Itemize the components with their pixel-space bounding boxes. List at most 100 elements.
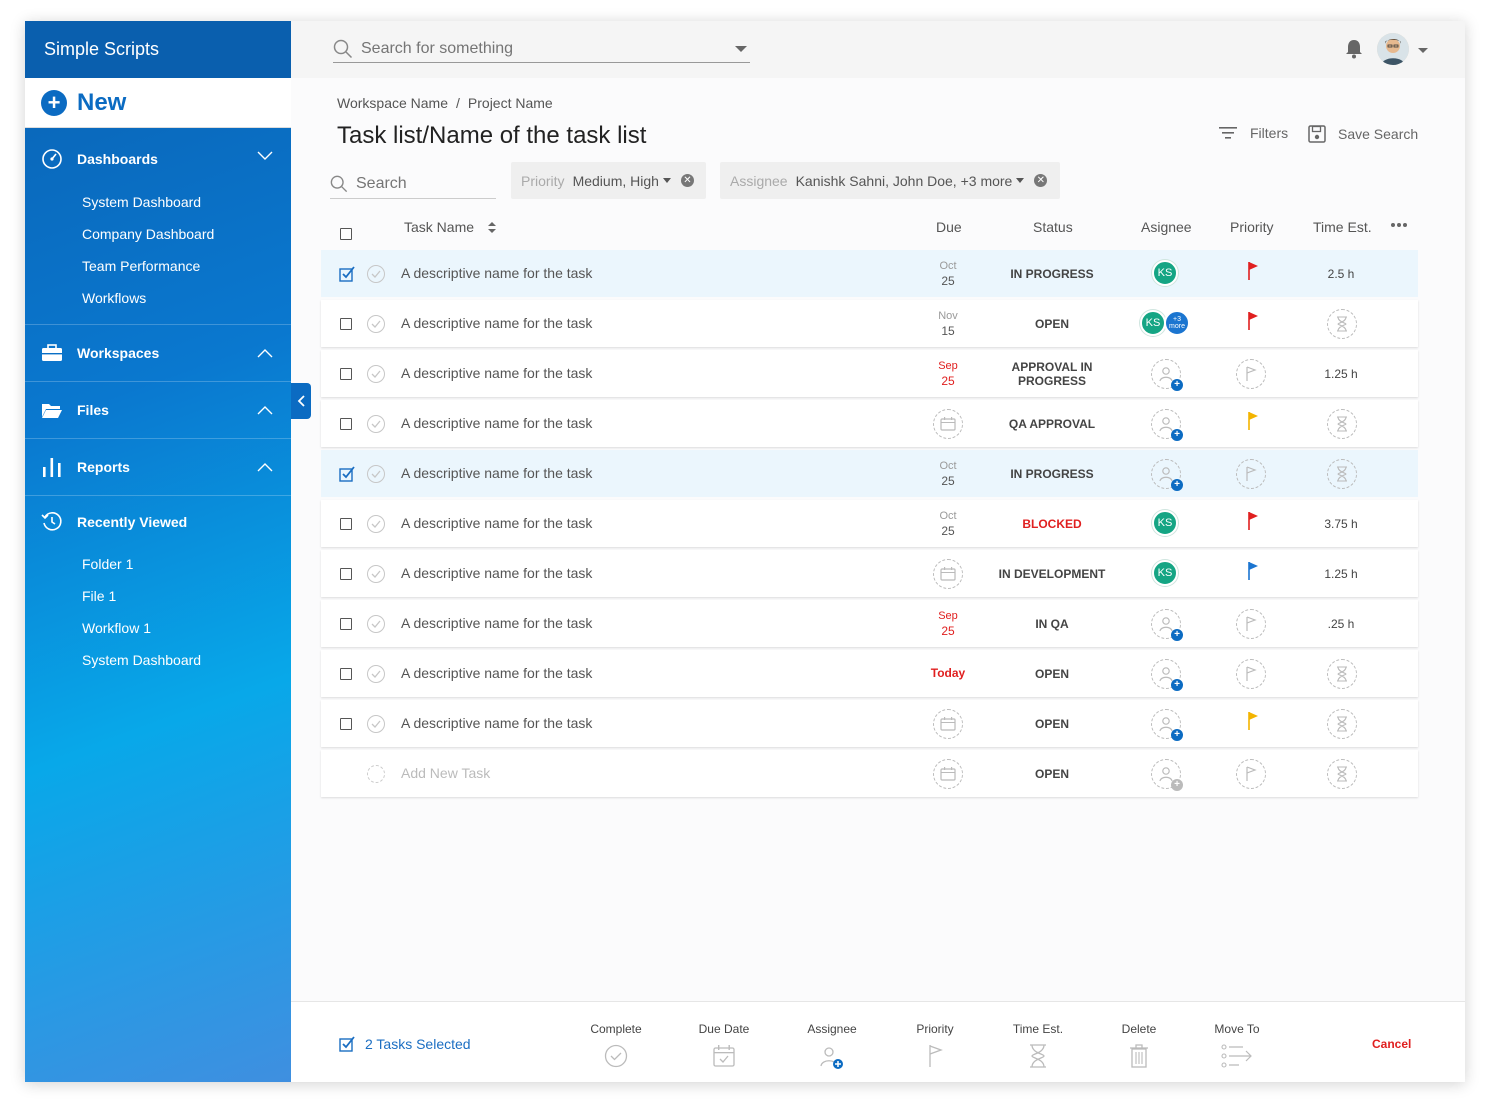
empty-flag-icon[interactable] <box>1236 459 1266 489</box>
sidebar-item-dashboards[interactable]: Dashboards <box>25 128 291 186</box>
complete-check-icon[interactable] <box>367 565 385 583</box>
table-row[interactable]: A descriptive name for the task Oct 25 IN P… <box>321 250 1418 297</box>
recent-item[interactable]: System Dashboard <box>25 644 291 676</box>
priority-cell[interactable] <box>1236 309 1266 339</box>
breadcrumb-workspace[interactable]: Workspace Name <box>337 95 448 111</box>
assignee-more-badge[interactable]: +3 more <box>1164 310 1190 336</box>
breadcrumb-project[interactable]: Project Name <box>468 95 553 111</box>
due-date[interactable]: Sep 25 <box>921 359 975 389</box>
status-label[interactable]: OPEN <box>987 767 1117 781</box>
filter-chip-assignee[interactable]: Assignee Kanishk Sahni, John Doe, +3 mor… <box>720 162 1060 199</box>
task-search-input[interactable] <box>356 174 486 193</box>
sidebar-item-recently-viewed[interactable]: Recently Viewed <box>25 496 291 548</box>
complete-check-icon[interactable] <box>367 715 385 733</box>
red-flag-icon[interactable] <box>1246 261 1260 284</box>
assignee-avatar[interactable]: KS <box>1140 310 1166 336</box>
sidebar-subitem[interactable]: System Dashboard <box>25 186 291 218</box>
assignee-cell[interactable]: KS +3 more <box>1136 310 1196 338</box>
complete-check-icon[interactable] <box>367 265 385 283</box>
add-assignee-icon[interactable]: + <box>1151 709 1183 741</box>
status-label[interactable]: IN PROGRESS <box>987 267 1117 281</box>
checked-checkbox-icon[interactable] <box>339 466 355 485</box>
row-checkbox[interactable] <box>340 568 352 580</box>
complete-check-icon[interactable] <box>367 465 385 483</box>
time-estimate[interactable]: 3.75 h <box>1311 517 1371 531</box>
task-name[interactable]: A descriptive name for the task <box>401 715 592 731</box>
assignee-avatar[interactable]: KS <box>1152 560 1178 586</box>
assignee-cell[interactable]: + <box>1136 609 1196 641</box>
assignee-cell[interactable]: KS <box>1136 510 1196 538</box>
global-search[interactable] <box>333 35 750 63</box>
caret-down-icon[interactable] <box>1016 178 1025 183</box>
empty-flag-icon[interactable] <box>1236 359 1266 389</box>
user-avatar[interactable] <box>1377 33 1409 65</box>
sort-icon[interactable] <box>487 222 496 233</box>
assignee-cell[interactable]: KS <box>1136 560 1196 588</box>
priority-cell[interactable] <box>1236 709 1266 739</box>
calendar-icon[interactable] <box>933 559 963 589</box>
add-assignee-icon[interactable]: + <box>1151 459 1183 491</box>
sidebar-item-files[interactable]: Files <box>25 382 291 438</box>
recent-item[interactable]: Workflow 1 <box>25 612 291 644</box>
bulk-action-move-to[interactable]: Move To <box>1197 1022 1277 1072</box>
hourglass-icon[interactable] <box>1327 409 1357 439</box>
table-row[interactable]: A descriptive name for the task Oct 25 IN P… <box>321 450 1418 497</box>
add-assignee-icon[interactable]: + <box>1151 409 1183 441</box>
task-name[interactable]: A descriptive name for the task <box>401 465 592 481</box>
table-row[interactable]: A descriptive name for the task Oct 25 BLOC… <box>321 500 1418 547</box>
task-name[interactable]: A descriptive name for the task <box>401 315 592 331</box>
yellow-flag-icon[interactable] <box>1246 711 1260 734</box>
status-label[interactable]: BLOCKED <box>987 517 1117 531</box>
save-search-button[interactable]: Save Search <box>1308 125 1418 143</box>
checked-checkbox-icon[interactable] <box>339 266 355 285</box>
row-checkbox[interactable] <box>340 518 352 530</box>
column-due[interactable]: Due <box>936 219 962 235</box>
assignee-cell[interactable]: + <box>1136 759 1196 791</box>
calendar-icon[interactable] <box>933 759 963 789</box>
assignee-avatar[interactable]: KS <box>1152 510 1178 536</box>
priority-cell[interactable] <box>1236 359 1266 389</box>
due-date[interactable]: Oct 25 <box>921 259 975 289</box>
bulk-action-calendar-check[interactable]: Due Date <box>684 1022 764 1072</box>
recent-item[interactable]: Folder 1 <box>25 548 291 580</box>
caret-down-icon[interactable] <box>734 45 748 53</box>
status-label[interactable]: OPEN <box>987 717 1117 731</box>
add-assignee-icon[interactable]: + <box>1151 759 1183 791</box>
filters-button[interactable]: Filters <box>1218 125 1288 141</box>
row-checkbox[interactable] <box>340 418 352 430</box>
assignee-cell[interactable]: KS <box>1136 260 1196 288</box>
row-checkbox[interactable] <box>340 368 352 380</box>
due-date[interactable]: Oct 25 <box>921 459 975 489</box>
calendar-icon[interactable] <box>933 409 963 439</box>
red-flag-icon[interactable] <box>1246 511 1260 534</box>
more-options-icon[interactable] <box>1390 215 1408 231</box>
empty-flag-icon[interactable] <box>1236 609 1266 639</box>
hourglass-icon[interactable] <box>1327 759 1357 789</box>
status-label[interactable]: APPROVAL IN PROGRESS <box>1007 360 1097 388</box>
hourglass-icon[interactable] <box>1327 659 1357 689</box>
red-flag-icon[interactable] <box>1246 311 1260 334</box>
empty-flag-icon[interactable] <box>1236 659 1266 689</box>
row-checkbox[interactable] <box>340 618 352 630</box>
table-row[interactable]: A descriptive name for the task Sep 25 APPR… <box>321 350 1418 397</box>
sidebar-item-reports[interactable]: Reports <box>25 439 291 495</box>
calendar-icon[interactable] <box>933 709 963 739</box>
notification-bell-icon[interactable] <box>1345 39 1363 59</box>
task-name[interactable]: A descriptive name for the task <box>401 515 592 531</box>
add-task-icon[interactable] <box>367 765 385 783</box>
hourglass-icon[interactable] <box>1327 709 1357 739</box>
table-row[interactable]: A descriptive name for the task IN DEVELO… <box>321 550 1418 597</box>
table-row[interactable]: A descriptive name for the task Today OPEN… <box>321 650 1418 697</box>
filter-chip-priority[interactable]: Priority Medium, High ✕ <box>511 162 706 199</box>
status-label[interactable]: IN QA <box>987 617 1117 631</box>
column-task-name[interactable]: Task Name <box>404 219 496 235</box>
assignee-cell[interactable]: + <box>1136 359 1196 391</box>
sidebar-subitem[interactable]: Workflows <box>25 282 291 314</box>
hourglass-icon[interactable] <box>1327 459 1357 489</box>
bulk-action-flag[interactable]: Priority <box>895 1022 975 1072</box>
priority-cell[interactable] <box>1236 759 1266 789</box>
priority-cell[interactable] <box>1236 409 1266 439</box>
bulk-action-complete-check[interactable]: Complete <box>576 1022 656 1072</box>
column-time-est[interactable]: Time Est. <box>1313 219 1372 235</box>
blue-flag-icon[interactable] <box>1246 561 1260 584</box>
